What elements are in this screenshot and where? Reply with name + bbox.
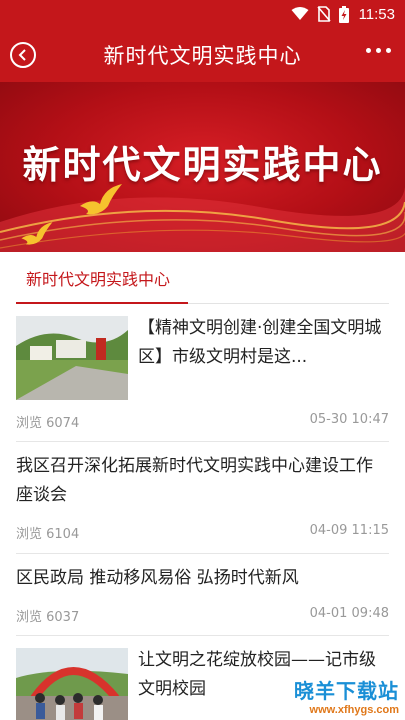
wifi-icon — [291, 7, 309, 20]
list-item[interactable]: 【精神文明创建·创建全国文明城区】市级文明村是这... 浏览 6074 05-3… — [16, 304, 389, 442]
banner-title: 新时代文明实践中心 — [22, 143, 383, 187]
watermark-name: 晓羊下载站 — [294, 679, 399, 703]
more-options-button[interactable] — [366, 48, 391, 53]
list-item[interactable]: 区民政局 推动移风易俗 弘扬时代新风 浏览 6037 04-01 09:48 — [16, 554, 389, 636]
news-meta: 浏览 6104 04-09 11:15 — [16, 523, 389, 542]
dove-icon — [21, 222, 53, 245]
dot-icon — [376, 48, 381, 53]
news-thumbnail — [16, 648, 128, 720]
status-time: 11:53 — [358, 5, 395, 23]
view-count: 浏览 6074 — [16, 416, 80, 431]
news-title: 区民政局 推动移风易俗 弘扬时代新风 — [16, 568, 299, 588]
publish-time: 04-09 11:15 — [309, 523, 389, 538]
back-button[interactable] — [10, 42, 36, 68]
publish-time: 04-01 09:48 — [309, 606, 389, 621]
view-count: 浏览 6104 — [16, 527, 80, 542]
page-title: 新时代文明实践中心 — [103, 44, 302, 68]
tab-bar: 新时代文明实践中心 — [16, 252, 389, 304]
tab-civilization-center[interactable]: 新时代文明实践中心 — [26, 252, 170, 304]
news-meta: 浏览 6074 05-30 10:47 — [16, 412, 389, 431]
battery-charging-icon — [338, 5, 349, 23]
publish-time: 05-30 10:47 — [309, 412, 389, 427]
list-item[interactable]: 我区召开深化拓展新时代文明实践中心建设工作座谈会 浏览 6104 04-09 1… — [16, 442, 389, 554]
no-sim-icon — [316, 6, 331, 22]
news-meta: 浏览 6037 04-01 09:48 — [16, 606, 389, 625]
dot-icon — [386, 48, 391, 53]
chevron-left-icon — [18, 49, 26, 61]
status-bar: 11:53 — [0, 0, 405, 28]
dot-icon — [366, 48, 371, 53]
banner-image[interactable]: 新时代文明实践中心 — [0, 82, 405, 252]
news-list: 【精神文明创建·创建全国文明城区】市级文明村是这... 浏览 6074 05-3… — [16, 304, 389, 720]
news-thumbnail — [16, 316, 128, 400]
news-title: 【精神文明创建·创建全国文明城区】市级文明村是这... — [138, 318, 382, 367]
watermark-url: www.xfhygs.com — [309, 704, 399, 716]
view-count: 浏览 6037 — [16, 610, 80, 625]
watermark: 晓羊下载站 www.xfhygs.com — [294, 675, 399, 716]
app-header: 新时代文明实践中心 — [0, 28, 405, 82]
news-title: 我区召开深化拓展新时代文明实践中心建设工作座谈会 — [16, 456, 373, 505]
